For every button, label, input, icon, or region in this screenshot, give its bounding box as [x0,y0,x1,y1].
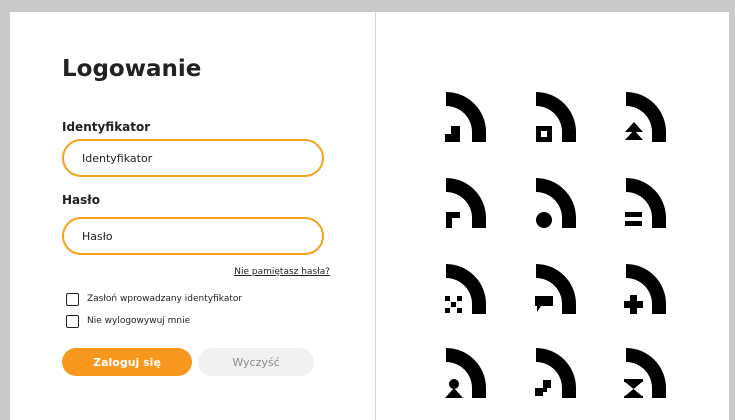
arc-plus-icon [624,264,666,314]
password-label: Hasło [62,193,100,207]
stay-logged-in-option[interactable]: Nie wylogowywuj mnie [66,314,190,328]
mask-identifier-option[interactable]: Zasłoń wprowadzany identyfikator [66,292,242,306]
scroll-edge [729,12,735,420]
arc-square-icon [536,92,576,142]
arc-speech-bubble-icon [535,264,576,314]
security-image-panel [376,12,735,420]
arc-dot-icon [536,178,576,228]
password-input[interactable] [62,217,324,255]
identifier-input[interactable] [62,139,324,177]
arc-cross-pattern-icon [445,264,486,314]
login-form: Logowanie Identyfikator Hasło Nie pamięt… [10,12,375,420]
arc-double-chevron-icon [625,92,666,142]
login-button[interactable]: Zaloguj się [62,348,192,376]
arc-person-icon [445,348,486,398]
page-title: Logowanie [62,56,202,82]
identifier-label: Identyfikator [62,120,151,134]
stay-logged-in-label: Nie wylogowywuj mnie [87,316,191,326]
arc-flag-icon [446,178,486,228]
login-card: Logowanie Identyfikator Hasło Nie pamięt… [10,12,735,420]
arc-hourglass-icon [624,348,666,398]
arc-checker-icon [535,348,576,398]
arc-stair-icon [445,92,486,142]
clear-button[interactable]: Wyczyść [198,348,314,376]
mask-identifier-checkbox[interactable] [66,292,79,306]
arc-equals-icon [625,178,666,228]
forgot-password-link[interactable]: Nie pamiętasz hasła? [228,267,330,277]
mask-identifier-label: Zasłoń wprowadzany identyfikator [87,294,243,304]
stay-logged-in-checkbox[interactable] [66,314,79,328]
